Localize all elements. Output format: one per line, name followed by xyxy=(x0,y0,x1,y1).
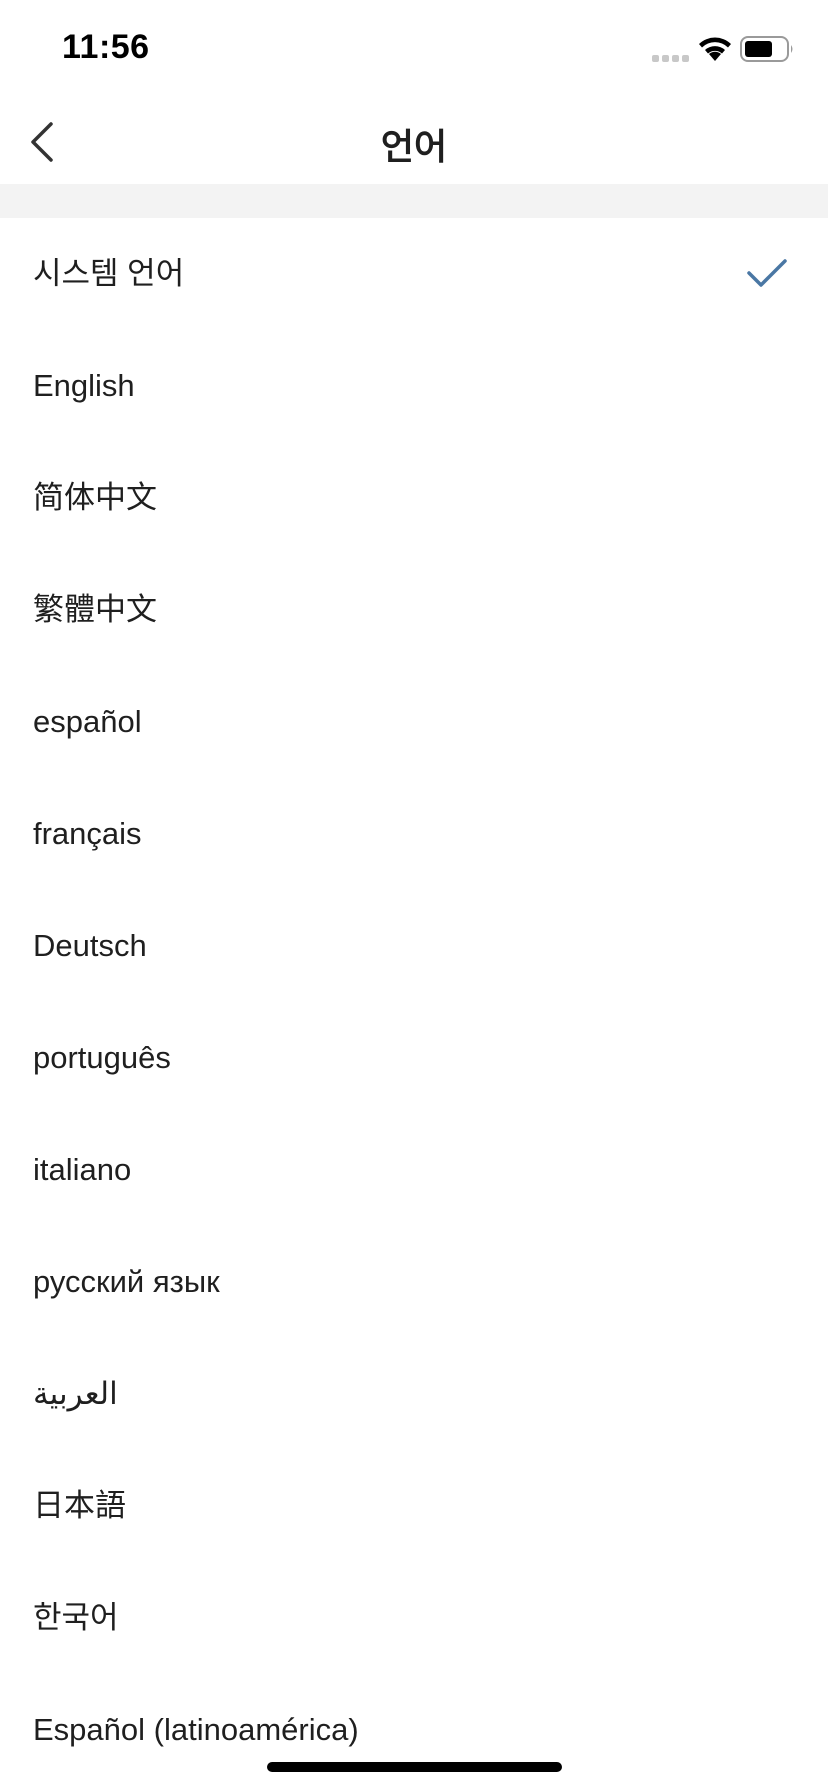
section-divider xyxy=(0,184,828,218)
navigation-bar: 언어 xyxy=(0,100,828,184)
language-option-label: Deutsch xyxy=(33,928,147,963)
language-option[interactable]: English xyxy=(0,330,828,442)
language-option-label: español xyxy=(33,704,142,739)
home-indicator xyxy=(267,1762,562,1772)
language-option[interactable]: 简体中文 xyxy=(0,442,828,554)
language-option-label: العربية xyxy=(33,1376,118,1411)
cellular-signal-icon xyxy=(652,55,689,62)
checkmark-icon xyxy=(747,259,787,287)
language-option-label: русский язык xyxy=(33,1264,220,1299)
language-option[interactable]: Deutsch xyxy=(0,890,828,1002)
language-option-label: português xyxy=(33,1040,171,1075)
status-bar: 11:56 xyxy=(0,0,828,100)
language-option[interactable]: português xyxy=(0,1002,828,1114)
language-option[interactable]: 繁體中文 xyxy=(0,554,828,666)
language-option[interactable]: 日本語 xyxy=(0,1450,828,1562)
language-option[interactable]: 시스템 언어 xyxy=(0,218,828,330)
status-time: 11:56 xyxy=(62,28,150,66)
language-option-label: français xyxy=(33,816,142,851)
language-option[interactable]: русский язык xyxy=(0,1226,828,1338)
language-option-label: 简体中文 xyxy=(33,480,157,515)
language-option[interactable]: italiano xyxy=(0,1114,828,1226)
language-option-label: 한국어 xyxy=(33,1600,119,1635)
page-title: 언어 xyxy=(380,126,448,167)
language-option[interactable]: français xyxy=(0,778,828,890)
language-option-label: italiano xyxy=(33,1152,132,1187)
language-list: 시스템 언어 English 简体中文繁體中文 español français Deut… xyxy=(0,218,828,1786)
wifi-icon xyxy=(699,37,731,61)
language-option-label: English xyxy=(33,368,135,403)
language-settings-screen: 11:56 언어 시스템 언어 English 简体中文繁體中文 español fra… xyxy=(0,0,828,1792)
battery-icon xyxy=(740,36,793,62)
language-option[interactable]: العربية xyxy=(0,1338,828,1450)
language-option[interactable]: 한국어 xyxy=(0,1562,828,1674)
language-option[interactable]: español xyxy=(0,666,828,778)
language-option-label: 日本語 xyxy=(33,1488,126,1523)
language-option-label: 시스템 언어 xyxy=(33,256,185,291)
language-option-label: 繁體中文 xyxy=(33,592,157,627)
